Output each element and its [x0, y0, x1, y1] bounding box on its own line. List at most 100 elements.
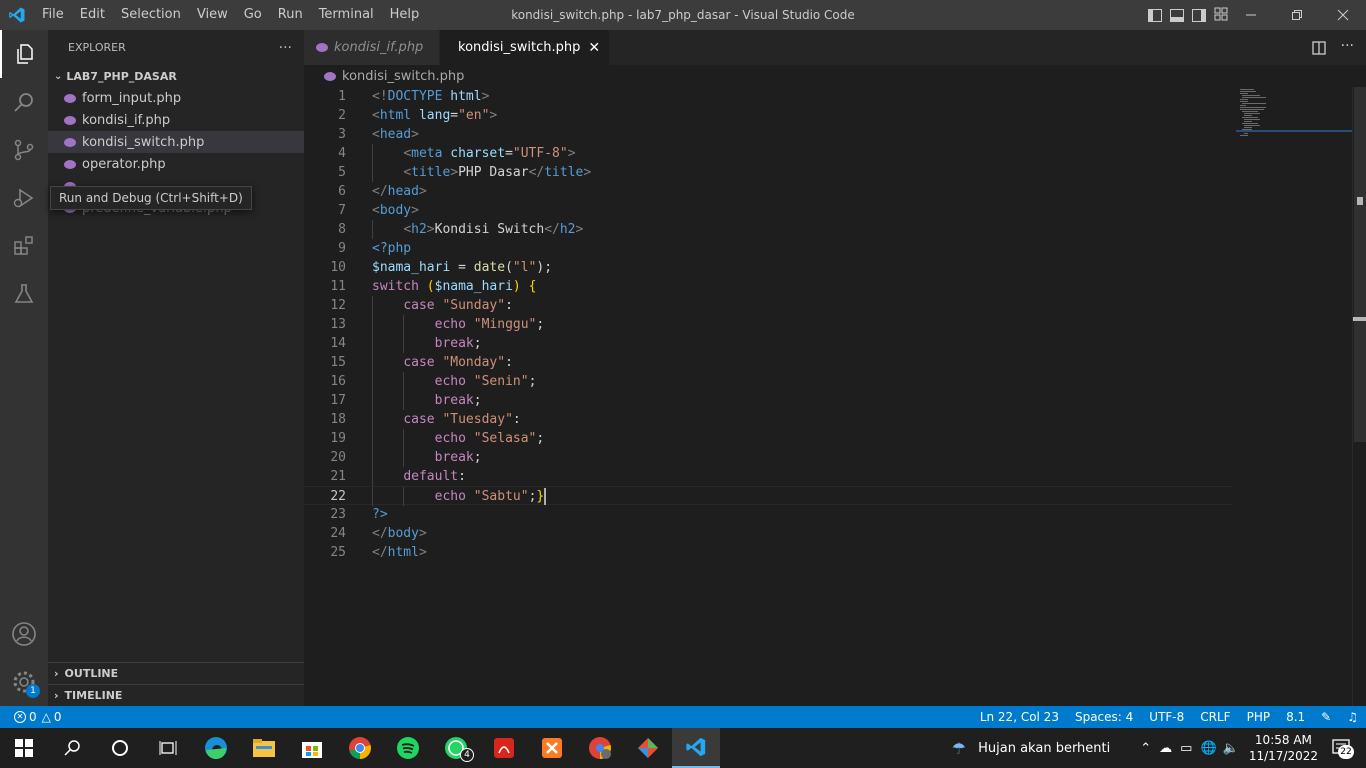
menu-edit[interactable]: Edit [72, 0, 113, 30]
editor-scrollbar[interactable] [1352, 87, 1366, 706]
menu-view[interactable]: View [189, 0, 236, 30]
whatsapp-icon[interactable]: 4 [432, 728, 480, 768]
git-tool-icon[interactable] [624, 728, 672, 768]
menu-file[interactable]: File [34, 0, 72, 30]
xampp-icon[interactable] [528, 728, 576, 768]
code-line[interactable]: 11 switch ($nama_hari) { [304, 277, 1232, 296]
source-control-icon[interactable] [0, 126, 48, 174]
breadcrumb[interactable]: kondisi_switch.php [304, 65, 1366, 87]
microsoft-store-icon[interactable] [288, 728, 336, 768]
volume-icon[interactable]: 🔈 [1223, 741, 1239, 756]
weather-text[interactable]: Hujan akan berhenti [978, 741, 1110, 756]
code-line[interactable]: 5 <title>PHP Dasar</title> [304, 163, 1232, 182]
code-line[interactable]: 4 <meta charset="UTF-8"> [304, 144, 1232, 163]
notification-center-icon[interactable]: 22 [1332, 739, 1354, 759]
spotify-icon[interactable] [384, 728, 432, 768]
menu-help[interactable]: Help [382, 0, 428, 30]
explorer-icon[interactable] [0, 30, 48, 78]
code-line[interactable]: 22 echo "Sabtu";} [304, 486, 1232, 506]
file-explorer-icon[interactable] [240, 728, 288, 768]
code-line[interactable]: 6 </head> [304, 182, 1232, 201]
code-line[interactable]: 9 <?php [304, 239, 1232, 258]
cursor-position[interactable]: Ln 22, Col 23 [972, 710, 1067, 724]
code-line[interactable]: 14 break; [304, 334, 1232, 353]
indentation[interactable]: Spaces: 4 [1067, 710, 1141, 724]
outline-section[interactable]: › OUTLINE [48, 662, 304, 684]
workspace-folder[interactable]: ⌄ LAB7_PHP_DASAR [48, 65, 304, 87]
chrome-profile-icon[interactable] [576, 728, 624, 768]
tab-kondisi-if[interactable]: kondisi_if.php [304, 30, 440, 65]
code-line[interactable]: 3 <head> [304, 125, 1232, 144]
code-line[interactable]: 2 <html lang="en"> [304, 106, 1232, 125]
menu-terminal[interactable]: Terminal [311, 0, 382, 30]
code-line[interactable]: 13 echo "Minggu"; [304, 315, 1232, 334]
feedback-icon[interactable]: ✎ [1313, 710, 1339, 724]
testing-icon[interactable] [0, 270, 48, 318]
toggle-secondary-sidebar-icon[interactable] [1192, 8, 1206, 22]
customize-layout-icon[interactable] [1214, 6, 1228, 25]
chevron-up-icon[interactable]: ⌃ [1140, 741, 1151, 756]
menu-run[interactable]: Run [270, 0, 311, 30]
more-actions-button[interactable]: ··· [279, 40, 292, 56]
encoding[interactable]: UTF-8 [1141, 710, 1192, 724]
toggle-panel-icon[interactable] [1170, 8, 1184, 22]
code-line[interactable]: 19 echo "Selasa"; [304, 429, 1232, 448]
tab-kondisi-switch[interactable]: kondisi_switch.php ✕ [440, 30, 610, 65]
code-line[interactable]: 17 break; [304, 391, 1232, 410]
code-line[interactable]: 7 <body> [304, 201, 1232, 220]
code-line[interactable]: 8 <h2>Kondisi Switch</h2> [304, 220, 1232, 239]
extensions-icon[interactable] [0, 222, 48, 270]
code-line[interactable]: 16 echo "Senin"; [304, 372, 1232, 391]
menu-selection[interactable]: Selection [113, 0, 189, 30]
menu-go[interactable]: Go [236, 0, 270, 30]
code-line[interactable]: 25 </html> [304, 543, 1232, 562]
close-tab-icon[interactable]: ✕ [588, 40, 600, 56]
toggle-primary-sidebar-icon[interactable] [1148, 8, 1162, 22]
close-window-button[interactable] [1320, 0, 1366, 30]
edge-browser-icon[interactable] [192, 728, 240, 768]
php-version[interactable]: 8.1 [1278, 710, 1313, 724]
task-view-icon[interactable] [144, 728, 192, 768]
acrobat-pdf-icon[interactable] [480, 728, 528, 768]
vscode-taskbar-icon[interactable] [672, 728, 720, 768]
code-line[interactable]: 10 $nama_hari = date("l"); [304, 258, 1232, 277]
language-mode[interactable]: PHP [1239, 710, 1279, 724]
file-item[interactable]: form_input.php [48, 87, 304, 109]
file-item[interactable]: kondisi_if.php [48, 109, 304, 131]
code-line[interactable]: 15 case "Monday": [304, 353, 1232, 372]
notifications-bell-icon[interactable]: ♫ [1339, 710, 1366, 724]
line-number: 25 [330, 545, 346, 560]
scrollbar-thumb[interactable] [1354, 87, 1366, 442]
problems-indicator[interactable]: ✕ 0 △ 0 [0, 710, 62, 724]
code-line[interactable]: 24 </body> [304, 524, 1232, 543]
file-item-selected[interactable]: kondisi_switch.php [48, 131, 304, 153]
clock[interactable]: 10:58 AM 11/17/2022 [1249, 732, 1318, 764]
code-line[interactable]: 20 break; [304, 448, 1232, 467]
search-icon[interactable] [0, 78, 48, 126]
restore-button[interactable] [1274, 0, 1320, 30]
cortana-icon[interactable] [96, 728, 144, 768]
weather-icon[interactable]: ☂ [952, 739, 966, 758]
chrome-icon[interactable] [336, 728, 384, 768]
timeline-section[interactable]: › TIMELINE [48, 684, 304, 706]
run-debug-icon[interactable] [0, 174, 48, 222]
windows-start-icon[interactable] [0, 728, 48, 768]
minimap[interactable] [1236, 87, 1352, 147]
split-editor-icon[interactable] [1312, 40, 1326, 59]
code-line[interactable]: 18 case "Tuesday": [304, 410, 1232, 429]
cloud-sync-icon[interactable]: ☁ [1159, 741, 1172, 756]
battery-icon[interactable]: ▭ [1180, 741, 1192, 756]
network-globe-icon[interactable]: 🌐 [1200, 741, 1216, 756]
code-line[interactable]: 21 default: [304, 467, 1232, 486]
code-line[interactable]: 1 <!DOCTYPE html> [304, 87, 1232, 106]
minimize-button[interactable] [1228, 0, 1274, 30]
file-item[interactable]: operator.php [48, 153, 304, 175]
code-editor[interactable]: 1 <!DOCTYPE html> 2 <html lang="en"> 3 <head>… [304, 87, 1366, 706]
end-of-line[interactable]: CRLF [1192, 710, 1238, 724]
more-editor-actions-button[interactable]: ··· [1341, 38, 1354, 54]
settings-gear-icon[interactable]: 1 [0, 658, 48, 706]
accounts-icon[interactable] [0, 610, 48, 658]
taskbar-search-icon[interactable] [48, 728, 96, 768]
code-line[interactable]: 23 ?> [304, 505, 1232, 524]
code-line[interactable]: 12 case "Sunday": [304, 296, 1232, 315]
